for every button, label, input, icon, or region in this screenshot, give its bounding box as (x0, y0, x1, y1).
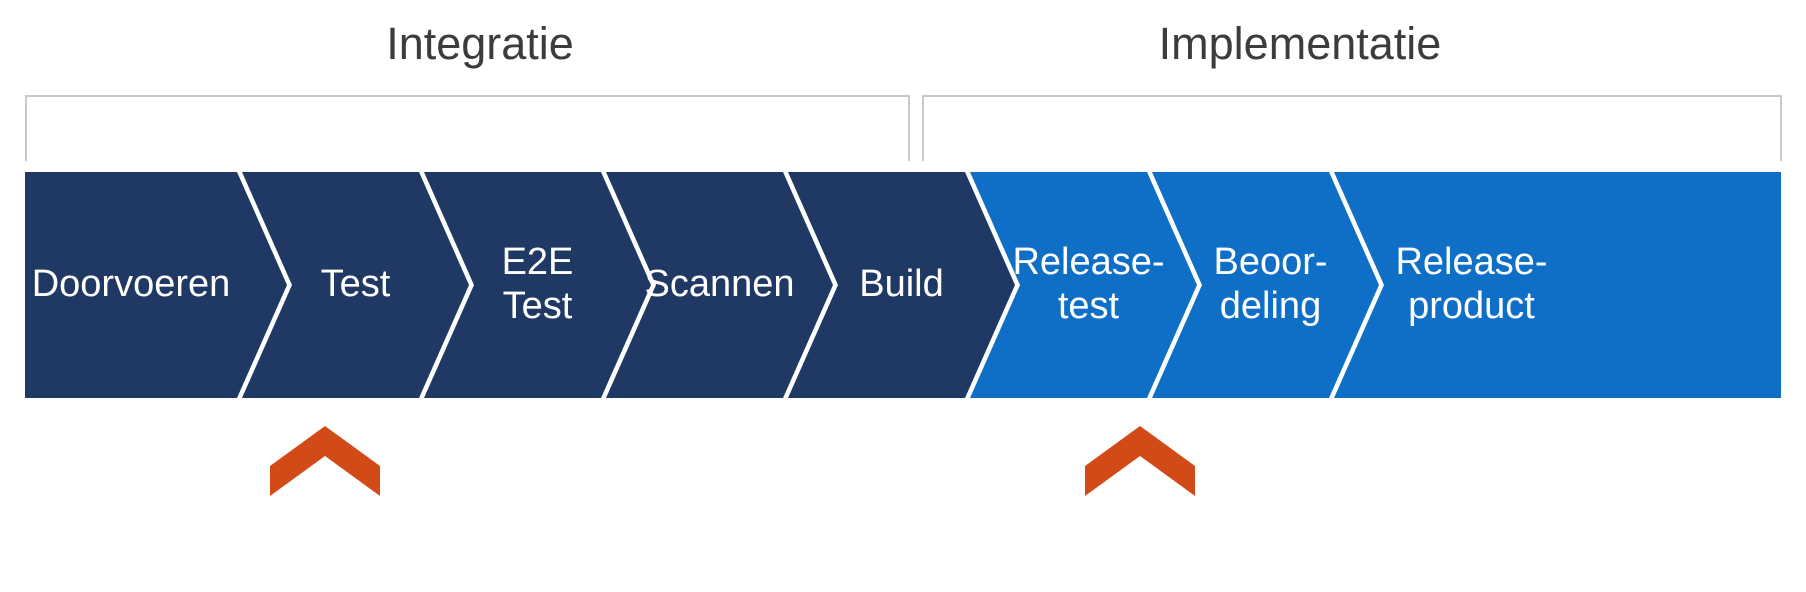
marker-icon (1085, 426, 1195, 496)
pipeline-step-release-product: Release-product (1334, 172, 1781, 398)
phase-label-implementation: Implementatie (1100, 18, 1500, 70)
marker-icon (270, 426, 380, 496)
pipeline-diagram: Integratie Implementatie Doorvoeren Test… (0, 0, 1806, 592)
phase-label-integration: Integratie (280, 18, 680, 70)
phase-bracket-integration (25, 95, 910, 161)
phase-bracket-implementation (922, 95, 1782, 161)
